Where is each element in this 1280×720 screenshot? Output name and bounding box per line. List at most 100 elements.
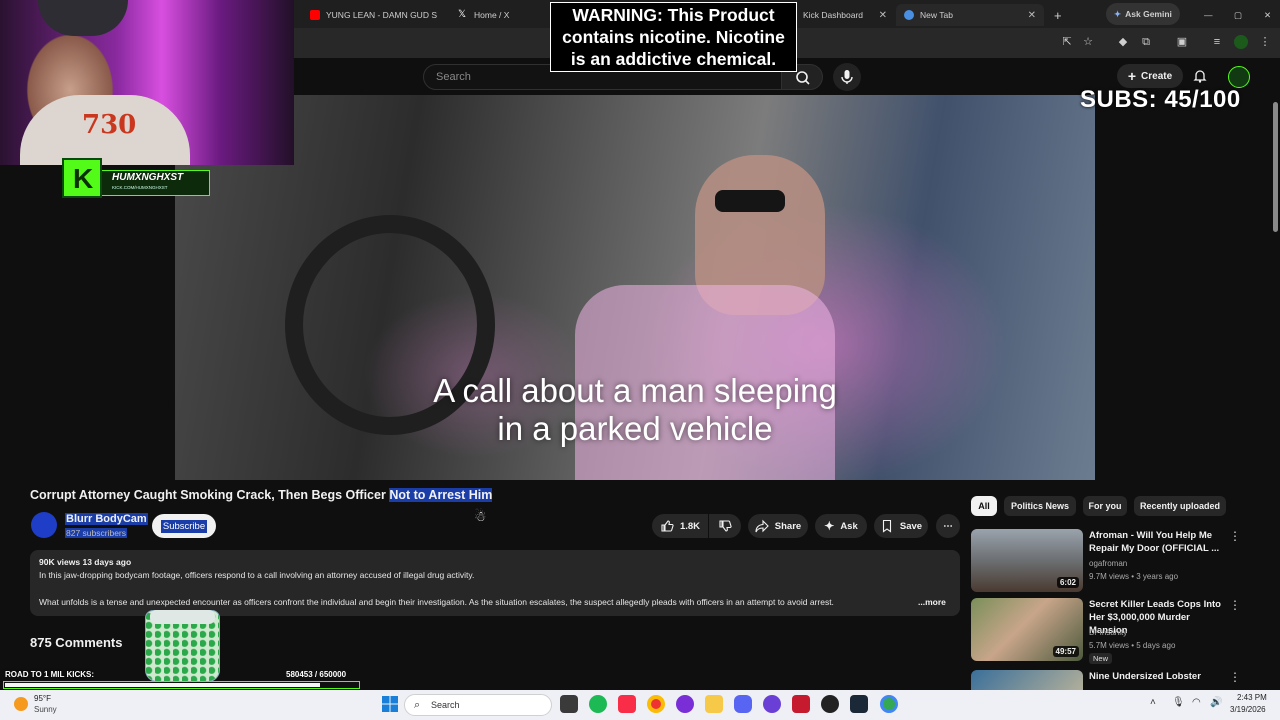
music-app-icon[interactable]	[618, 695, 636, 713]
tab-search-icon[interactable]: ≡	[1210, 35, 1224, 49]
warning-line: WARNING: This Product	[572, 5, 775, 25]
channel-name[interactable]: Blurr BodyCam	[65, 513, 148, 525]
tab-kick[interactable]: Kick Dashboard ✕	[795, 4, 895, 26]
profile-avatar[interactable]	[1234, 35, 1248, 49]
recommended-video[interactable]: Nine Undersized Lobster ⋮	[971, 670, 1261, 690]
maximize-button[interactable]: ▢	[1226, 4, 1242, 26]
tab-youtube[interactable]: YUNG LEAN - DAMN GUD S	[302, 4, 454, 26]
video-duration: 49:57	[1052, 646, 1079, 657]
video-title-main: Corrupt Attorney Caught Smoking Crack, T…	[30, 488, 390, 502]
new-tab-button[interactable]: +	[1046, 4, 1066, 26]
sidepanel-icon[interactable]: ▣	[1175, 35, 1189, 49]
more-vertical-icon[interactable]: ⋮	[1229, 598, 1241, 612]
video-thumbnail[interactable]	[971, 670, 1083, 690]
chip-recently-uploaded[interactable]: Recently uploaded	[1134, 496, 1226, 516]
scrollbar-thumb[interactable]	[1273, 102, 1278, 232]
weather-sun-icon[interactable]	[14, 697, 28, 711]
kick-username: HUMXNGHXST	[112, 172, 184, 183]
page-scrollbar[interactable]	[1272, 96, 1280, 690]
windows-start-icon[interactable]	[381, 695, 399, 713]
kick-logo-icon	[62, 158, 102, 198]
like-button[interactable]: 1.8K	[652, 514, 708, 538]
chip-for-you[interactable]: For you	[1083, 496, 1127, 516]
recommended-video[interactable]: 6:02 Afroman - Will You Help Me Repair M…	[971, 529, 1261, 595]
video-thumbnail[interactable]: 6:02	[971, 529, 1083, 592]
account-avatar[interactable]	[1228, 66, 1250, 88]
chip-politics-news[interactable]: Politics News	[1004, 496, 1076, 516]
window-close-button[interactable]: ✕	[1256, 4, 1272, 26]
minimize-button[interactable]: —	[1196, 4, 1213, 26]
save-button[interactable]: Save	[874, 514, 928, 538]
chip-all[interactable]: All	[971, 496, 997, 516]
video-thumbnail[interactable]: 49:57	[971, 598, 1083, 661]
more-vertical-icon[interactable]: ⋮	[1229, 529, 1241, 543]
close-icon[interactable]: ✕	[879, 10, 887, 21]
file-explorer-icon[interactable]	[705, 695, 723, 713]
tab-new-tab[interactable]: New Tab ✕	[896, 4, 1044, 26]
subscribe-button[interactable]: Subscribe	[152, 514, 216, 538]
puzzle-icon[interactable]: ⧉	[1139, 35, 1153, 49]
app-red-icon[interactable]	[792, 695, 810, 713]
gemini-icon: ✦	[1114, 8, 1122, 19]
ask-label: Ask	[840, 520, 858, 532]
road-to-kicks-fill	[5, 683, 320, 687]
close-icon[interactable]: ✕	[1028, 10, 1036, 21]
recommended-channel[interactable]: ogafroman	[1089, 559, 1127, 568]
bookmark-icon	[882, 519, 891, 533]
steam-icon[interactable]	[821, 695, 839, 713]
ask-button[interactable]: ✦ Ask	[815, 514, 867, 538]
description-more-link[interactable]: ...more	[918, 597, 946, 607]
recommended-meta: 5.7M views • 5 days ago	[1089, 641, 1176, 650]
recommended-title[interactable]: Nine Undersized Lobster	[1089, 670, 1229, 683]
recommended-video[interactable]: 49:57 Secret Killer Leads Cops Into Her …	[971, 598, 1261, 664]
search-icon: ⌕	[414, 699, 421, 711]
install-icon[interactable]: ⇱	[1060, 35, 1074, 49]
kicks-jar-overlay	[145, 610, 220, 682]
more-actions-button[interactable]: ⋯	[936, 514, 960, 538]
taskbar-time[interactable]: 2:43 PM	[1237, 693, 1267, 702]
video-caption: A call about a man sleeping in a parked …	[175, 372, 1095, 448]
weather-temperature[interactable]: 95°F	[34, 694, 51, 703]
ask-gemini-button[interactable]: ✦ Ask Gemini	[1106, 3, 1180, 25]
recommended-channel[interactable]: Dr Insanity	[1089, 628, 1127, 637]
task-view-icon[interactable]	[560, 695, 578, 713]
notifications-bell-icon[interactable]	[1192, 68, 1208, 84]
voice-search-button[interactable]	[833, 63, 861, 91]
extension-icon[interactable]: ◆	[1116, 35, 1130, 49]
taskbar-date[interactable]: 3/19/2026	[1230, 705, 1266, 714]
microphone-tray-icon[interactable]: 🎙	[1172, 697, 1185, 708]
warning-line: contains nicotine. Nicotine	[562, 27, 785, 47]
spotify-icon[interactable]	[589, 695, 607, 713]
recommended-title[interactable]: Afroman - Will You Help Me Repair My Doo…	[1089, 529, 1229, 555]
description-line-1: In this jaw-dropping bodycam footage, of…	[39, 570, 475, 580]
chrome-active-icon[interactable]	[880, 695, 898, 713]
menu-kebab-icon[interactable]: ⋮	[1258, 35, 1272, 49]
dislike-button[interactable]	[709, 514, 741, 538]
sparkle-icon: ✦	[824, 519, 835, 533]
webcam-hat	[38, 0, 128, 36]
tray-chevron-icon[interactable]: ˄	[1150, 697, 1156, 708]
webcam-shirt-text: 730	[82, 110, 137, 140]
road-to-kicks-progress	[3, 681, 360, 689]
channel-avatar[interactable]	[31, 512, 57, 538]
taskbar-search[interactable]: ⌕ Search	[404, 694, 552, 716]
weather-description[interactable]: Sunny	[34, 705, 57, 714]
firefox-dev-icon[interactable]	[676, 695, 694, 713]
caption-line-1: A call about a man sleeping	[433, 372, 837, 409]
caption-line-2: in a parked vehicle	[497, 410, 773, 447]
bookmark-star-icon[interactable]: ☆	[1081, 35, 1095, 49]
discord-icon[interactable]	[734, 695, 752, 713]
tab-x[interactable]: 𝕏 Home / X	[450, 4, 550, 26]
subscribe-label: Subscribe	[160, 519, 208, 533]
create-button[interactable]: + Create	[1117, 64, 1183, 88]
more-vertical-icon[interactable]: ⋮	[1229, 670, 1241, 684]
volume-icon[interactable]: 🔊	[1210, 697, 1222, 708]
share-button[interactable]: Share	[748, 514, 808, 538]
jar-lid	[150, 610, 215, 624]
wifi-icon[interactable]: ◠	[1192, 697, 1201, 708]
terminal-icon[interactable]	[850, 695, 868, 713]
obs-icon[interactable]	[763, 695, 781, 713]
plus-icon: +	[1127, 68, 1137, 84]
comments-count: 875 Comments	[30, 635, 123, 650]
chrome-taskbar-icon[interactable]	[647, 695, 665, 713]
